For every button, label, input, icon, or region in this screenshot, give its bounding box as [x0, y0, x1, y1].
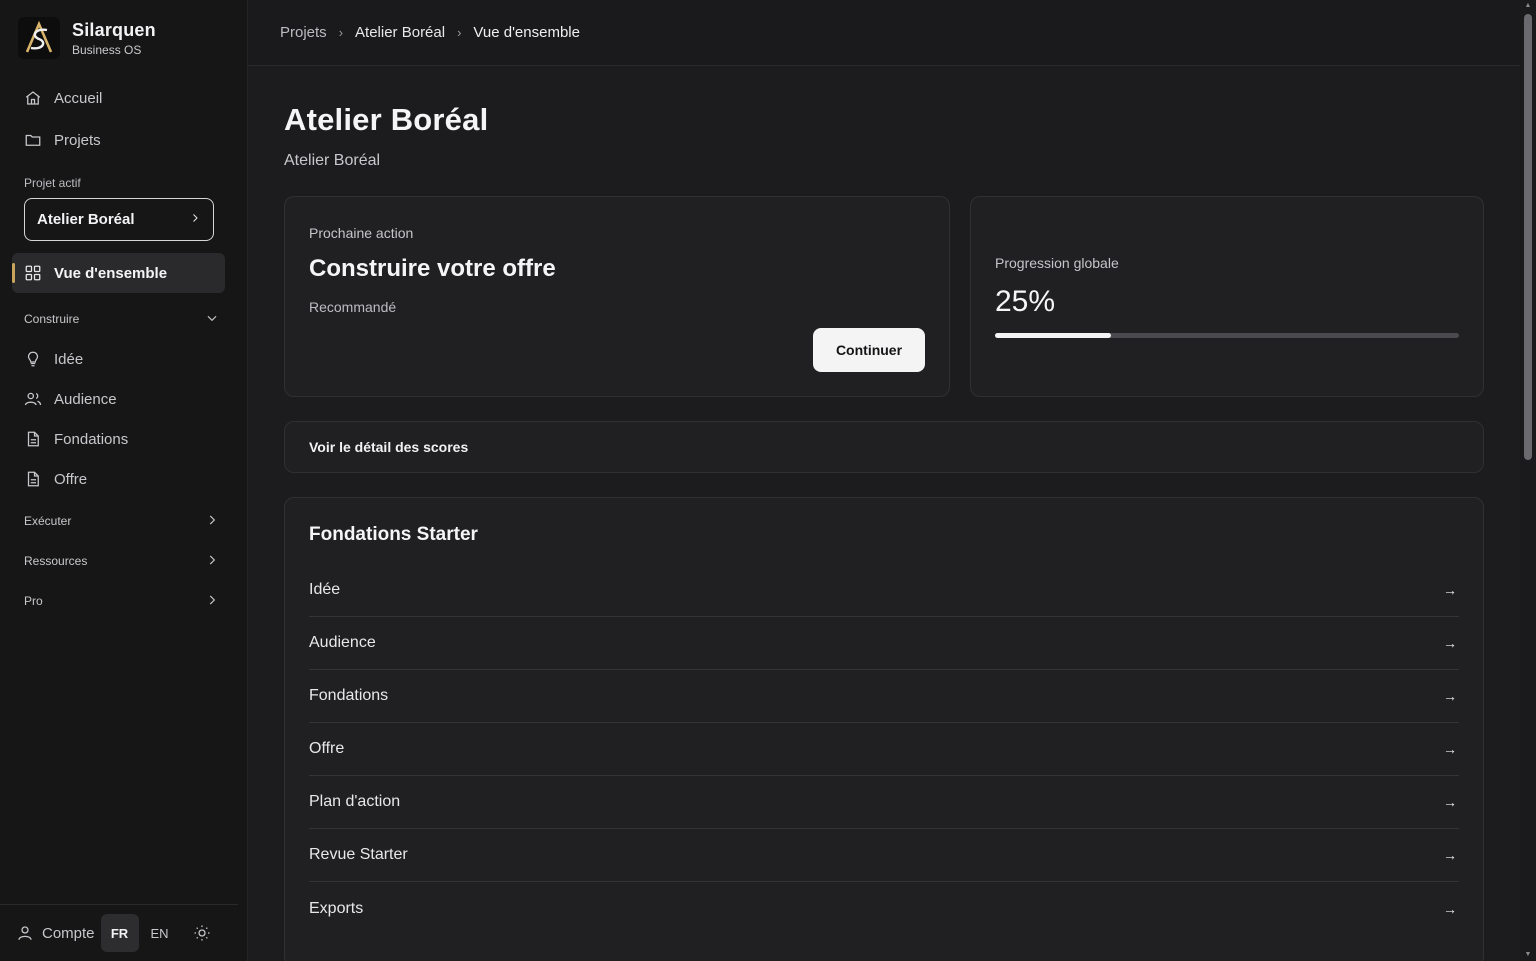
sidebar-item-label: Offre — [54, 470, 88, 488]
list-item[interactable]: Audience → — [309, 617, 1459, 670]
scroll-down-icon[interactable]: ▼ — [1524, 951, 1532, 959]
scroll-up-icon[interactable]: ▲ — [1524, 2, 1532, 10]
breadcrumb-project[interactable]: Atelier Boréal — [355, 24, 445, 41]
list-item-label: Fondations — [309, 687, 389, 704]
group-pro[interactable]: Pro — [0, 581, 247, 621]
list-item[interactable]: Offre → — [309, 723, 1459, 776]
sidebar-item-projets[interactable]: Projets — [0, 120, 247, 160]
group-ressources[interactable]: Ressources — [0, 541, 247, 581]
next-action-card: Prochaine action Construire votre offre … — [284, 196, 950, 397]
brand[interactable]: Silarquen Business OS — [0, 0, 247, 76]
list-item-label: Offre — [309, 740, 345, 757]
chevron-right-icon: › — [338, 25, 344, 40]
scrollbar[interactable]: ▲ ▼ — [1520, 0, 1536, 961]
active-project-name: Atelier Boréal — [37, 211, 135, 228]
sidebar-item-fondations[interactable]: Fondations — [0, 419, 247, 459]
sidebar-item-idee[interactable]: Idée — [0, 339, 247, 379]
group-label: Pro — [24, 594, 43, 608]
sidebar: Silarquen Business OS Accueil Projets Pr… — [0, 0, 248, 961]
breadcrumb: Projets › Atelier Boréal › Vue d'ensembl… — [248, 0, 1536, 66]
foundations-list: Idée → Audience → Fondations → Offre → Plan d'ac… — [309, 564, 1459, 935]
chevron-right-icon — [205, 513, 219, 530]
list-item[interactable]: Exports → — [309, 882, 1459, 935]
list-item-label: Audience — [309, 634, 376, 651]
progress-label: Progression globale — [995, 255, 1119, 271]
sidebar-item-label: Idée — [54, 350, 84, 368]
chevron-right-icon — [189, 211, 201, 228]
list-item[interactable]: Plan d'action → — [309, 776, 1459, 829]
sidebar-item-label: Fondations — [54, 430, 129, 448]
sidebar-item-audience[interactable]: Audience — [0, 379, 247, 419]
chevron-right-icon: › — [457, 25, 462, 40]
list-item-label: Plan d'action — [309, 793, 401, 810]
recommended-tag: Recommandé — [309, 299, 397, 315]
app-window: Silarquen Business OS Accueil Projets Pr… — [0, 0, 1536, 961]
list-item-label: Idée — [309, 581, 341, 598]
account-label: Compte — [42, 924, 95, 942]
arrow-right-icon: → — [1443, 582, 1457, 598]
group-label: Construire — [24, 312, 80, 326]
user-icon — [18, 926, 32, 940]
arrow-right-icon: → — [1443, 635, 1457, 651]
continue-button[interactable]: Continuer — [813, 328, 925, 372]
group-construire[interactable]: Construire — [0, 299, 247, 339]
progress-bar-fill — [995, 333, 1111, 338]
progress-value: 25% — [995, 285, 1056, 318]
foundations-card: Fondations Starter Idée → Audience → Fondati… — [284, 497, 1484, 961]
sidebar-item-offre[interactable]: Offre — [0, 459, 247, 499]
group-label: Ressources — [24, 554, 88, 568]
sidebar-item-label: Accueil — [54, 89, 103, 107]
lightbulb-icon — [24, 350, 42, 368]
sidebar-item-label: Audience — [54, 390, 117, 408]
folder-icon — [24, 131, 42, 149]
chevron-down-icon — [205, 311, 219, 328]
document-icon — [24, 470, 42, 488]
list-item-label: Revue Starter — [309, 846, 408, 863]
list-item[interactable]: Idée → — [309, 564, 1459, 617]
sidebar-footer: Compte FR EN — [0, 904, 238, 961]
logo-icon — [18, 17, 60, 59]
breadcrumb-projets[interactable]: Projets — [280, 24, 327, 41]
list-item[interactable]: Revue Starter → — [309, 829, 1459, 882]
active-project-selector[interactable]: Atelier Boréal — [24, 198, 214, 241]
page-title: Atelier Boréal — [284, 102, 489, 137]
scores-detail-link[interactable]: Voir le détail des scores — [284, 421, 1484, 473]
arrow-right-icon: → — [1443, 688, 1457, 704]
sidebar-item-accueil[interactable]: Accueil — [0, 78, 247, 118]
next-action-title: Construire votre offre — [309, 255, 556, 282]
arrow-right-icon: → — [1443, 900, 1457, 917]
group-label: Exécuter — [24, 514, 72, 528]
account-button[interactable]: Compte — [16, 924, 95, 942]
grid-icon — [24, 264, 42, 282]
foundations-title: Fondations Starter — [309, 524, 478, 545]
sidebar-item-label: Vue d'ensemble — [54, 264, 168, 282]
next-action-label: Prochaine action — [309, 225, 414, 241]
group-executer[interactable]: Exécuter — [0, 501, 247, 541]
list-item-label: Exports — [309, 899, 364, 917]
document-icon — [24, 430, 42, 448]
sidebar-item-label: Projets — [54, 131, 101, 149]
progress-card: Progression globale 25% — [970, 196, 1484, 397]
breadcrumb-current: Vue d'ensemble — [473, 24, 580, 41]
lang-en-button[interactable]: EN — [141, 914, 179, 952]
main-content: Projets › Atelier Boréal › Vue d'ensembl… — [248, 0, 1536, 961]
arrow-right-icon: → — [1443, 794, 1457, 810]
chevron-right-icon — [205, 593, 219, 610]
progress-bar — [995, 333, 1459, 338]
brand-subtitle: Business OS — [72, 42, 142, 57]
arrow-right-icon: → — [1443, 847, 1457, 863]
sun-icon[interactable] — [187, 918, 217, 948]
chevron-right-icon — [205, 553, 219, 570]
page-subtitle: Atelier Boréal — [284, 152, 381, 169]
arrow-right-icon: → — [1443, 741, 1457, 757]
list-item[interactable]: Fondations → — [309, 670, 1459, 723]
home-icon — [24, 89, 42, 107]
scrollbar-thumb[interactable] — [1524, 14, 1532, 460]
brand-name: Silarquen — [72, 19, 156, 40]
active-project-label: Projet actif — [24, 176, 81, 190]
lang-fr-button[interactable]: FR — [100, 914, 139, 952]
users-icon — [24, 390, 42, 408]
sidebar-item-vue-ensemble[interactable]: Vue d'ensemble — [12, 253, 225, 293]
